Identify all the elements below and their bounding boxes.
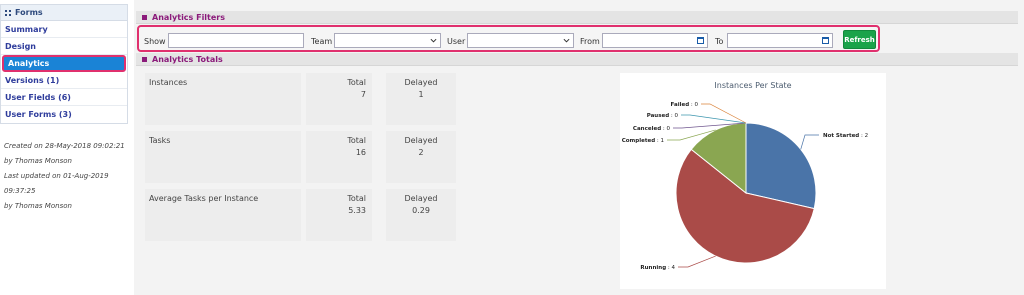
form-nav: Forms Summary Design Analytics Versions … <box>0 4 128 124</box>
total-cell: Total 16 <box>306 131 372 183</box>
total-cell: Total 5.33 <box>306 189 372 241</box>
totals-row-label: Instances <box>145 73 301 125</box>
form-metadata: Created on 28-May-2018 09:02:21 by Thoma… <box>4 139 132 214</box>
filters-section-header: Analytics Filters <box>136 11 1018 24</box>
total-value: 7 <box>360 90 366 99</box>
team-select[interactable] <box>334 33 441 48</box>
to-date-input[interactable] <box>727 33 833 48</box>
totals-row-label: Tasks <box>145 131 301 183</box>
nav-item-analytics[interactable]: Analytics <box>2 55 126 72</box>
user-select[interactable] <box>467 33 574 48</box>
calendar-icon[interactable] <box>697 37 704 44</box>
updated-prefix: Last updated on <box>4 172 61 180</box>
show-input[interactable] <box>168 33 304 48</box>
chevron-down-icon <box>430 38 437 43</box>
pie-label-canceled: Canceled : 0 <box>633 126 671 132</box>
grid-icon <box>5 9 11 16</box>
delayed-label: Delayed <box>404 78 438 87</box>
nav-item-design[interactable]: Design <box>1 38 127 55</box>
total-value: 16 <box>355 148 366 157</box>
delayed-label: Delayed <box>404 194 438 203</box>
analytics-filters: Show Team User From To Refresh <box>137 25 880 52</box>
total-label: Total <box>347 194 366 203</box>
pie-chart-svg: Instances Per State Not Started : 2 Runni… <box>622 81 868 271</box>
nav-header-label: Forms <box>15 8 43 17</box>
pie-label-running: Running : 4 <box>640 265 675 271</box>
square-bullet-icon <box>142 56 147 62</box>
delayed-value: 1 <box>418 90 424 99</box>
chevron-down-icon <box>563 38 570 43</box>
from-label: From <box>580 37 600 46</box>
main-content: Analytics Filters Show Team User From To… <box>134 0 1024 295</box>
updated-by: Thomas Monson <box>14 202 72 210</box>
delayed-value: 2 <box>418 148 424 157</box>
delayed-cell: Delayed 2 <box>386 131 456 183</box>
delayed-label: Delayed <box>404 136 438 145</box>
filters-title: Analytics Filters <box>152 12 226 22</box>
pie-leader-running <box>678 255 716 268</box>
pie-leader-failed <box>701 103 747 124</box>
chart-title: Instances Per State <box>714 81 791 90</box>
pie-label-completed: Completed : 1 <box>622 138 664 144</box>
refresh-button[interactable]: Refresh <box>843 30 876 49</box>
square-bullet-icon <box>142 14 147 20</box>
user-label: User <box>447 37 466 46</box>
total-cell: Total 7 <box>306 73 372 125</box>
pie-leader-not-started <box>800 134 819 150</box>
created-by: Thomas Monson <box>14 157 72 165</box>
totals-section-header: Analytics Totals <box>136 53 1018 66</box>
pie-label-not-started: Not Started : 2 <box>823 133 868 139</box>
nav-item-versions[interactable]: Versions (1) <box>1 72 127 89</box>
to-label: To <box>715 37 724 46</box>
total-label: Total <box>347 136 366 145</box>
delayed-value: 0.29 <box>412 206 430 215</box>
updated-by-prefix: by <box>4 202 13 210</box>
nav-header: Forms <box>1 5 127 21</box>
created-date: 28-May-2018 09:02:21 <box>45 142 125 150</box>
team-label: Team <box>311 37 333 46</box>
delayed-cell: Delayed 1 <box>386 73 456 125</box>
show-label: Show <box>144 37 166 46</box>
sidebar: Forms Summary Design Analytics Versions … <box>0 0 134 295</box>
totals-row-label: Average Tasks per Instance <box>145 189 301 241</box>
from-date-input[interactable] <box>602 33 708 48</box>
total-label: Total <box>347 78 366 87</box>
nav-item-summary[interactable]: Summary <box>1 21 127 38</box>
nav-item-user-forms[interactable]: User Forms (3) <box>1 106 127 123</box>
instances-per-state-chart: Instances Per State Not Started : 2 Runni… <box>620 73 886 289</box>
created-prefix: Created on <box>4 142 43 150</box>
total-value: 5.33 <box>348 206 366 215</box>
pie-leader-paused <box>681 114 747 124</box>
delayed-cell: Delayed 0.29 <box>386 189 456 241</box>
pie-label-paused: Paused : 0 <box>647 113 679 119</box>
totals-title: Analytics Totals <box>152 54 223 64</box>
nav-item-user-fields[interactable]: User Fields (6) <box>1 89 127 106</box>
pie-label-failed: Failed : 0 <box>671 102 699 108</box>
created-by-prefix: by <box>4 157 13 165</box>
calendar-icon[interactable] <box>822 37 829 44</box>
